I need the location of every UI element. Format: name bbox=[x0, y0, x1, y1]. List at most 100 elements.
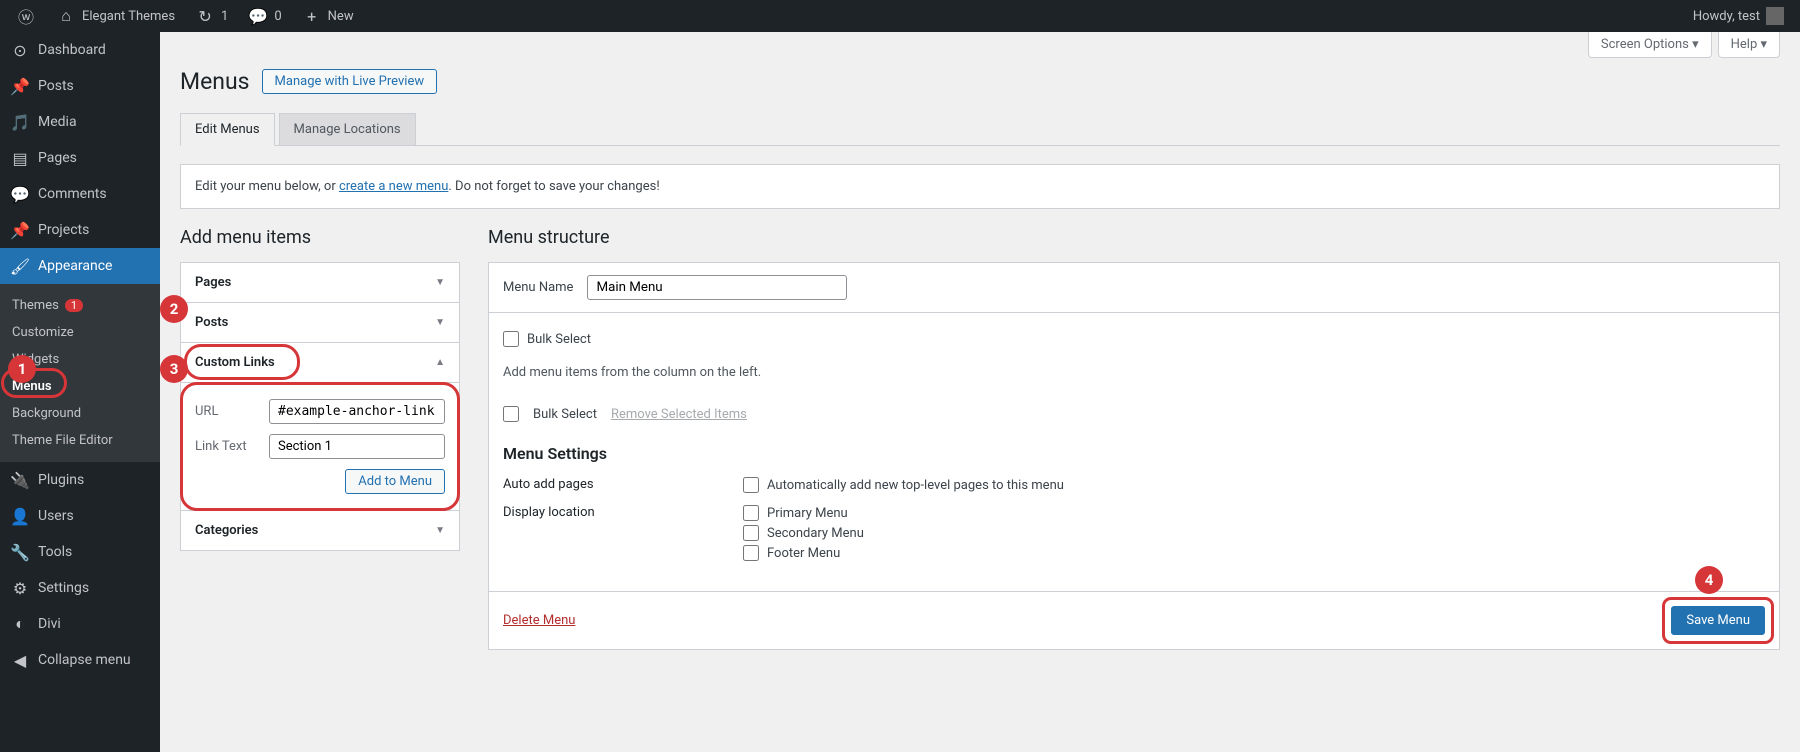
themes-badge: 1 bbox=[65, 299, 83, 312]
sub-label: Themes bbox=[12, 298, 59, 313]
accordion: Pages ▼ Posts ▼ Custom Links ▲ bbox=[180, 262, 460, 551]
sidebar-item-label: Comments bbox=[38, 186, 107, 202]
annotation-2: 2 bbox=[160, 295, 188, 323]
empty-message: Add menu items from the column on the le… bbox=[503, 365, 1765, 380]
sidebar-item-posts[interactable]: 📌 Posts bbox=[0, 68, 160, 104]
sidebar-item-divi[interactable]: ◐ Divi bbox=[0, 606, 160, 642]
site-name-link[interactable]: ⌂ Elegant Themes bbox=[48, 0, 183, 32]
acc-label: Categories bbox=[195, 523, 258, 538]
collapse-icon: ◀ bbox=[10, 650, 30, 670]
loc-opt: Secondary Menu bbox=[767, 526, 864, 541]
sub-customize[interactable]: Customize bbox=[0, 319, 160, 346]
create-menu-link[interactable]: create a new menu bbox=[339, 179, 448, 194]
tabs: Edit Menus Manage Locations bbox=[180, 113, 1780, 146]
comment-icon: 💬 bbox=[10, 184, 30, 204]
media-icon: 🎵 bbox=[10, 112, 30, 132]
main-content: Screen Options ▾ Help ▾ Menus Manage wit… bbox=[160, 32, 1800, 752]
sidebar-item-label: Divi bbox=[38, 616, 61, 632]
admin-bar: ⓦ ⌂ Elegant Themes ↻ 1 💬 0 + New Howdy, … bbox=[0, 0, 1800, 32]
howdy-link[interactable]: Howdy, test bbox=[1693, 7, 1792, 25]
sidebar-item-label: Projects bbox=[38, 222, 89, 238]
sidebar-item-label: Settings bbox=[38, 580, 89, 596]
loc-opt: Primary Menu bbox=[767, 506, 848, 521]
acc-posts[interactable]: Posts ▼ bbox=[181, 303, 459, 343]
acc-pages[interactable]: Pages ▼ bbox=[181, 263, 459, 303]
bulk-select-checkbox-2[interactable] bbox=[503, 406, 519, 422]
sidebar-item-projects[interactable]: 📌 Projects bbox=[0, 212, 160, 248]
updates-link[interactable]: ↻ 1 bbox=[187, 0, 236, 32]
dashboard-icon: ⊙ bbox=[10, 40, 30, 60]
refresh-icon: ↻ bbox=[195, 6, 215, 26]
sub-theme-file-editor[interactable]: Theme File Editor bbox=[0, 427, 160, 454]
add-items-heading: Add menu items bbox=[180, 227, 460, 248]
sidebar-item-tools[interactable]: 🔧 Tools bbox=[0, 534, 160, 570]
wp-logo-icon: ⓦ bbox=[16, 6, 36, 26]
acc-categories[interactable]: Categories ▼ bbox=[181, 511, 459, 550]
acc-label: Pages bbox=[195, 275, 231, 290]
loc-opt: Footer Menu bbox=[767, 546, 840, 561]
acc-custom-links[interactable]: Custom Links ▲ bbox=[181, 343, 459, 383]
auto-add-option: Automatically add new top-level pages to… bbox=[767, 478, 1064, 493]
sidebar-item-appearance[interactable]: 🖌 Appearance bbox=[0, 248, 160, 284]
sub-background[interactable]: Background bbox=[0, 400, 160, 427]
sidebar-item-media[interactable]: 🎵 Media bbox=[0, 104, 160, 140]
help-button[interactable]: Help ▾ bbox=[1718, 32, 1780, 58]
menu-name-row: Menu Name bbox=[488, 262, 1780, 313]
notice-text: Edit your menu below, or bbox=[195, 179, 339, 194]
link-text-input[interactable] bbox=[269, 434, 445, 459]
sidebar-item-label: Users bbox=[38, 508, 74, 524]
url-input[interactable] bbox=[269, 399, 445, 424]
loc-footer-checkbox[interactable] bbox=[743, 545, 759, 561]
sidebar-item-label: Appearance bbox=[38, 258, 112, 274]
page-title: Menus bbox=[180, 68, 250, 95]
sidebar-item-label: Pages bbox=[38, 150, 77, 166]
url-label: URL bbox=[195, 404, 261, 419]
site-name: Elegant Themes bbox=[82, 9, 175, 24]
tab-edit-menus[interactable]: Edit Menus bbox=[180, 113, 275, 146]
loc-secondary-checkbox[interactable] bbox=[743, 525, 759, 541]
sub-label: Customize bbox=[12, 325, 74, 340]
chevron-down-icon: ▼ bbox=[435, 525, 445, 536]
sub-label: Theme File Editor bbox=[12, 433, 113, 448]
wp-logo[interactable]: ⓦ bbox=[8, 0, 44, 32]
notice-text: . Do not forget to save your changes! bbox=[448, 179, 659, 194]
notice: Edit your menu below, or create a new me… bbox=[180, 164, 1780, 209]
sidebar-item-comments[interactable]: 💬 Comments bbox=[0, 176, 160, 212]
sidebar-item-pages[interactable]: ▤ Pages bbox=[0, 140, 160, 176]
divi-icon: ◐ bbox=[10, 614, 30, 634]
sidebar-item-dashboard[interactable]: ⊙ Dashboard bbox=[0, 32, 160, 68]
live-preview-button[interactable]: Manage with Live Preview bbox=[262, 69, 438, 94]
loc-primary-checkbox[interactable] bbox=[743, 505, 759, 521]
new-link[interactable]: + New bbox=[294, 0, 362, 32]
sidebar-item-plugins[interactable]: 🔌 Plugins bbox=[0, 462, 160, 498]
comments-link[interactable]: 💬 0 bbox=[240, 0, 289, 32]
remove-selected-link: Remove Selected Items bbox=[611, 407, 747, 422]
auto-add-label: Auto add pages bbox=[503, 477, 743, 497]
bulk-select-label: Bulk Select bbox=[533, 407, 597, 422]
annotation-3: 3 bbox=[160, 355, 188, 383]
sidebar-item-collapse[interactable]: ◀ Collapse menu bbox=[0, 642, 160, 678]
sidebar-item-label: Tools bbox=[38, 544, 72, 560]
auto-add-checkbox[interactable] bbox=[743, 477, 759, 493]
sidebar-item-label: Plugins bbox=[38, 472, 84, 488]
menu-name-input[interactable] bbox=[587, 275, 847, 300]
tab-manage-locations[interactable]: Manage Locations bbox=[279, 113, 416, 146]
sub-label: Background bbox=[12, 406, 81, 421]
home-icon: ⌂ bbox=[56, 6, 76, 26]
annotation-4: 4 bbox=[1695, 566, 1723, 594]
screen-options-button[interactable]: Screen Options ▾ bbox=[1588, 32, 1712, 58]
chevron-down-icon: ▼ bbox=[435, 317, 445, 328]
sidebar-item-settings[interactable]: ⚙ Settings bbox=[0, 570, 160, 606]
bulk-select-checkbox[interactable] bbox=[503, 331, 519, 347]
link-text-label: Link Text bbox=[195, 439, 261, 454]
custom-links-body: URL Link Text Add to Menu bbox=[181, 383, 459, 511]
add-to-menu-button[interactable]: Add to Menu bbox=[345, 469, 445, 494]
menu-footer: Delete Menu Save Menu 4 bbox=[488, 592, 1780, 650]
delete-menu-link[interactable]: Delete Menu bbox=[503, 613, 575, 628]
sub-themes[interactable]: Themes 1 bbox=[0, 292, 160, 319]
sidebar-item-users[interactable]: 👤 Users bbox=[0, 498, 160, 534]
chevron-up-icon: ▲ bbox=[435, 357, 445, 368]
plug-icon: 🔌 bbox=[10, 470, 30, 490]
howdy-text: Howdy, test bbox=[1693, 9, 1760, 24]
acc-label: Posts bbox=[195, 315, 228, 330]
